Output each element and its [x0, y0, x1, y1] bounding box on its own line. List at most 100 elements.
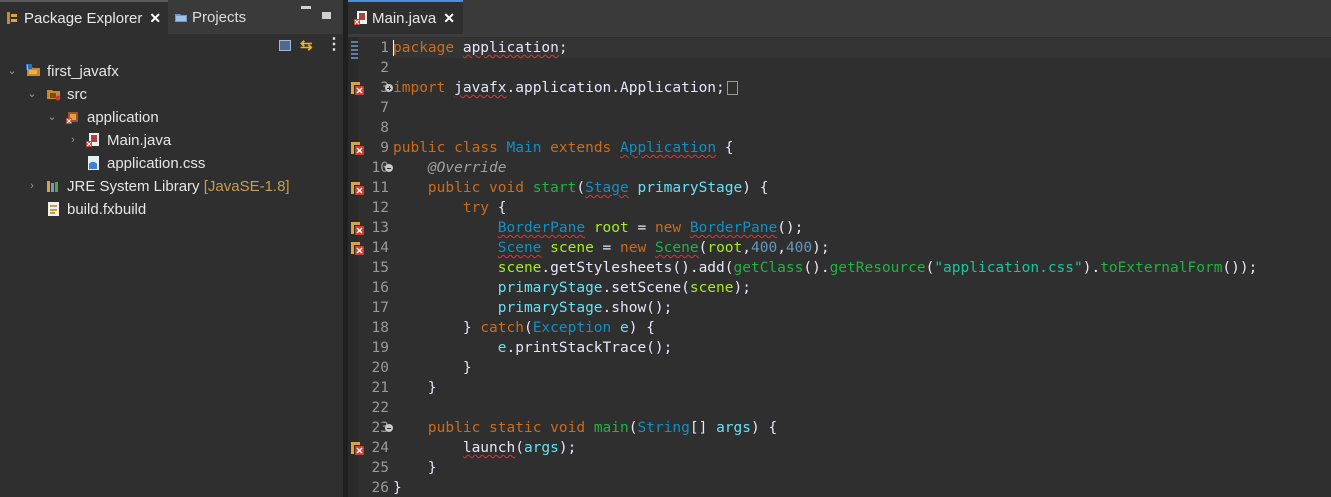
code-line[interactable]: public class Main extends Application { — [393, 138, 734, 158]
code-line[interactable]: import javafx.application.Application; — [393, 78, 738, 98]
code-line[interactable]: primaryStage.setScene(scene); — [393, 278, 751, 298]
code-token: public — [427, 420, 481, 436]
code-token: public — [427, 180, 481, 196]
code-token: , — [742, 240, 751, 256]
line-number: 15 — [371, 260, 389, 276]
error-marker-icon[interactable] — [350, 441, 364, 455]
code-token: { — [716, 140, 734, 156]
code-token: "application.css" — [934, 260, 1083, 276]
tree-item-label: application — [87, 109, 159, 126]
line-number: 19 — [371, 340, 389, 356]
code-token: @Override — [427, 160, 507, 176]
code-token: } — [393, 320, 481, 336]
chevron-right-icon[interactable]: › — [68, 129, 78, 152]
minimize-button[interactable] — [301, 6, 311, 9]
code-token: [] — [689, 420, 717, 436]
link-with-editor-icon[interactable]: ⇆ — [300, 37, 313, 55]
code-token: e — [620, 320, 629, 336]
code-line[interactable]: public void start(Stage primaryStage) { — [393, 178, 769, 198]
collapse-all-icon[interactable] — [279, 40, 291, 51]
code-token: Scene — [654, 240, 699, 256]
code-token: primaryStage — [637, 180, 743, 196]
error-marker-icon[interactable] — [350, 241, 364, 255]
error-marker-icon[interactable] — [350, 221, 364, 235]
editor-tab-bar: Main.java ✕ — [348, 0, 1331, 34]
chevron-right-icon[interactable]: › — [27, 175, 37, 198]
code-token: primaryStage — [497, 280, 603, 296]
code-line[interactable]: @Override — [393, 158, 507, 178]
code-line[interactable]: } — [393, 378, 437, 398]
code-token: extends — [550, 140, 612, 156]
code-line[interactable]: package application; — [393, 38, 568, 58]
code-token: String — [637, 420, 690, 436]
maximize-button[interactable] — [322, 12, 331, 19]
line-number: 17 — [371, 300, 389, 316]
code-line[interactable]: public static void main(String[] args) { — [393, 418, 777, 438]
code-token: root — [707, 240, 743, 256]
folded-imports-box[interactable] — [726, 81, 738, 95]
code-line[interactable]: } — [393, 478, 402, 497]
code-line[interactable]: Scene scene = new Scene(root,400,400); — [393, 238, 830, 258]
code-token: } — [393, 360, 472, 376]
code-token: = — [628, 220, 655, 236]
view-menu-icon[interactable]: ⋮ — [326, 36, 342, 54]
code-token: Application — [620, 140, 717, 156]
code-token: .show(); — [602, 300, 673, 316]
close-icon[interactable]: ✕ — [443, 10, 455, 27]
code-token: (). — [672, 260, 699, 276]
close-icon[interactable]: ✕ — [149, 10, 161, 27]
tab-package-explorer[interactable]: Package Explorer ✕ — [0, 0, 168, 34]
code-line[interactable]: launch(args); — [393, 438, 577, 458]
code-line[interactable]: try { — [393, 198, 507, 218]
tab-projects[interactable]: Projects — [168, 0, 288, 34]
code-token: args — [716, 420, 751, 436]
chevron-down-icon[interactable]: ⌄ — [7, 60, 17, 83]
line-number-ruler[interactable]: 1237891011121314151617181920212223242526 — [351, 37, 393, 497]
code-token: add — [698, 260, 725, 276]
code-token: ) { — [751, 420, 778, 436]
code-line[interactable]: } — [393, 458, 437, 478]
code-area[interactable]: package application; import javafx.applic… — [392, 37, 1331, 497]
line-number: 16 — [371, 280, 389, 296]
chevron-down-icon[interactable]: ⌄ — [47, 106, 57, 129]
code-token: (); — [777, 220, 804, 236]
code-token: } — [393, 480, 402, 496]
code-token: } — [393, 460, 437, 476]
chevron-down-icon[interactable]: ⌄ — [27, 83, 37, 106]
tree-item-label: first_javafx — [47, 63, 119, 80]
line-number: 2 — [380, 60, 389, 76]
line-number: 24 — [351, 438, 392, 458]
error-marker-icon[interactable] — [350, 141, 364, 155]
error-marker-icon[interactable] — [350, 181, 364, 195]
tab-label: Projects — [192, 8, 247, 26]
code-line[interactable]: BorderPane root = new BorderPane(); — [393, 218, 804, 238]
code-line[interactable]: primaryStage.show(); — [393, 298, 673, 318]
java-file-error-icon — [86, 133, 100, 147]
code-line[interactable]: } catch(Exception e) { — [393, 318, 655, 338]
code-token: Exception — [532, 320, 612, 336]
fxbuild-file-icon — [46, 202, 60, 216]
code-token: application — [462, 40, 559, 56]
tree-item-label-group: JRE System Library [JavaSE-1.8] — [67, 175, 290, 198]
quick-diff-ruler — [348, 37, 361, 497]
code-line[interactable]: e.printStackTrace(); — [393, 338, 673, 358]
code-token: toExternalForm — [1100, 260, 1223, 276]
tab-main-java[interactable]: Main.java ✕ — [348, 0, 463, 34]
code-line[interactable]: scene.getStylesheets().add(getClass().ge… — [393, 258, 1258, 278]
error-marker-icon[interactable] — [350, 81, 364, 95]
left-tab-bar: Package Explorer ✕ Projects — [0, 0, 343, 34]
code-token: 400 — [785, 240, 813, 256]
code-token: .setScene( — [602, 280, 690, 296]
code-line[interactable]: } — [393, 358, 472, 378]
